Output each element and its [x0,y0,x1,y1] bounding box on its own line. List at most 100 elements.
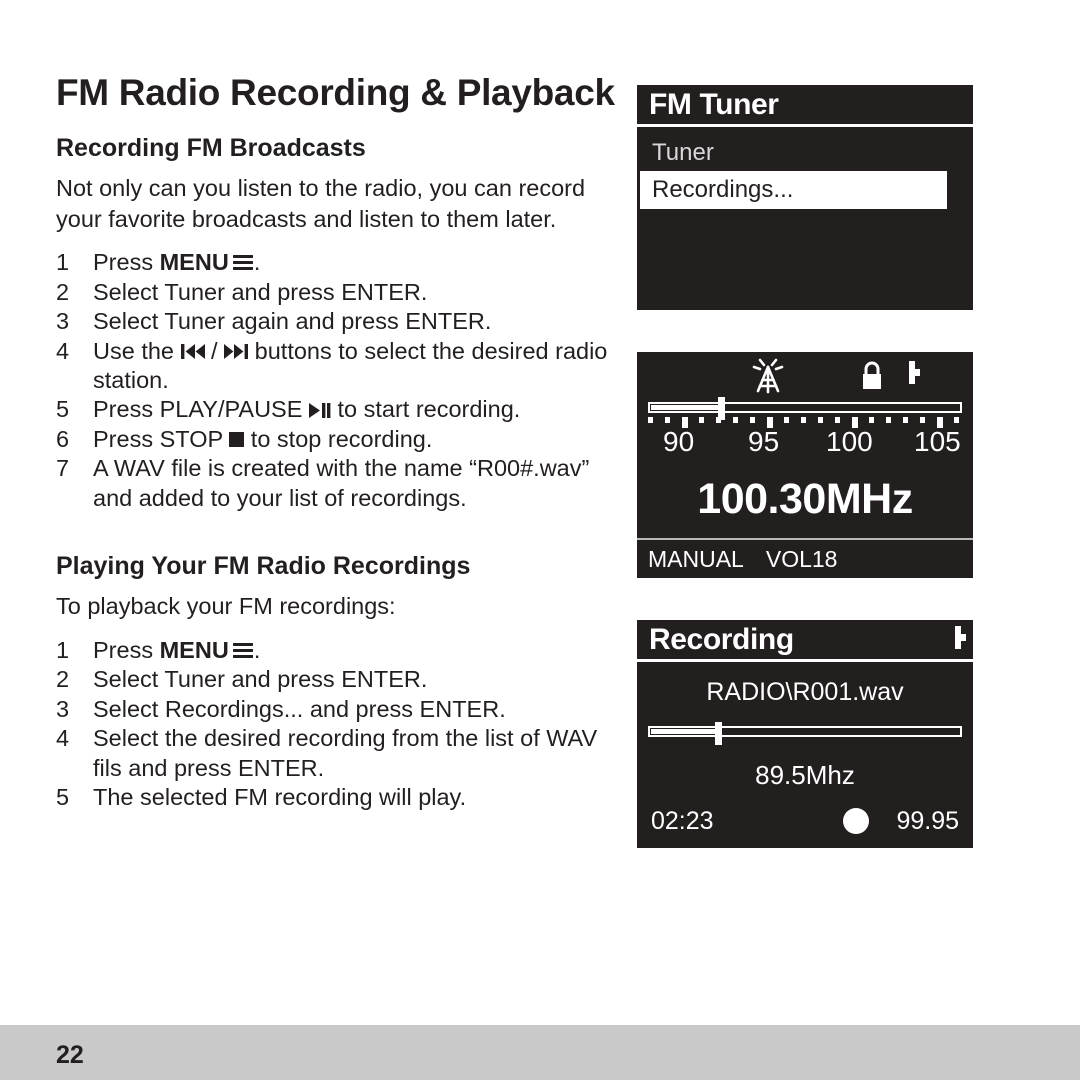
step-number: 4 [56,337,70,364]
section-recording-fm-broadcasts: Recording FM Broadcasts Not only can you… [56,133,622,513]
step-text: Press MENU. [93,248,622,277]
steps-list-playback: 1 Press MENU. 2 Select Tuner and press E… [56,636,622,813]
section-heading: Playing Your FM Radio Recordings [56,552,471,581]
section-intro-text: To playback your FM recordings: [56,593,396,620]
step-number: 1 [56,636,70,663]
next-track-icon [224,343,249,360]
menu-item-label: Tuner [652,139,714,166]
section-intro-text: Not only can you listen to the radio, yo… [56,175,586,232]
page-footer: 22 [0,1025,1080,1080]
step-number: 5 [56,784,70,811]
record-dot-icon [843,808,870,834]
section-heading: Recording FM Broadcasts [56,134,366,163]
step-text: Select Recordings... and press ENTER. [93,695,506,722]
list-item: 7 A WAV file is created with the name “R… [56,454,622,513]
play-pause-icon [308,402,331,419]
battery-icon [955,626,961,649]
steps-list-recording: 1 Press MENU. 2 Select Tuner and press E… [56,248,622,513]
page-title: FM Radio Recording & Playback [56,72,615,113]
step-text: Press MENU. [93,636,622,665]
recording-elapsed-time: 02:23 [651,806,714,835]
content-column: FM Radio Recording & Playback Recording … [56,72,622,813]
antenna-icon [749,358,787,399]
recording-status-bar: 02:23 99.95 [637,804,973,838]
lock-icon [859,361,885,396]
step-number: 1 [56,249,70,276]
step-keyword: MENU [159,249,229,276]
step-number: 4 [56,725,70,752]
step-text-pre: Press [93,636,160,663]
section-playing-fm-recordings: Playing Your FM Radio Recordings To play… [56,551,622,812]
step-text: Select the desired recording from the li… [93,725,598,781]
step-text-post: . [253,636,261,663]
step-number: 2 [56,278,70,305]
menu-item-label: Recordings... [652,176,794,203]
menu-item-recordings[interactable]: Recordings... [640,171,947,209]
step-text-post: . [253,249,261,276]
step-text: The selected FM recording will play. [93,784,467,811]
frequency-slider-track[interactable] [648,397,962,420]
list-item: 5 Press PLAY/PAUSE to start recording. [56,395,622,424]
recording-file-name: RADIO\R001.wav [706,678,904,706]
battery-icon [909,361,915,384]
step-text-post: to stop recording. [244,425,433,452]
tuner-status-bar: MANUAL VOL18 [637,538,973,578]
step-text: Select Tuner and press ENTER. [93,278,428,305]
step-number: 5 [56,396,70,423]
volume-label: VOL18 [765,545,838,572]
step-number: 3 [56,308,70,335]
step-text: Press STOP to stop recording. [93,425,622,454]
step-text-post: to start recording. [330,396,521,423]
recording-progress-fill [651,729,716,734]
manual-page: FM Radio Recording & Playback Recording … [0,0,1080,1080]
previous-track-icon [180,343,205,360]
list-item: 6 Press STOP to stop recording. [56,425,622,454]
step-text: Press PLAY/PAUSE to start recording. [93,395,622,424]
step-text-pre: Press STOP [93,425,230,452]
step-text: Select Tuner and press ENTER. [93,666,428,693]
recording-frequency: 89.5Mhz [755,760,855,790]
step-text-pre: Press [93,249,160,276]
recording-counter: 99.95 [896,806,959,835]
menu-icon [232,255,253,271]
scale-label: 105 [914,426,961,457]
menu-icon [232,643,253,659]
step-text: Select Tuner again and press ENTER. [93,308,492,335]
step-separator: / [204,337,225,364]
recording-progress-track[interactable] [648,722,962,745]
list-item: 5 The selected FM recording will play. [56,783,622,812]
frequency-scale-labels: 90 95 100 105 [648,428,962,458]
list-item: 3 Select Tuner again and press ENTER. [56,307,622,336]
page-number: 22 [56,1041,84,1069]
step-number: 3 [56,695,70,722]
step-keyword: MENU [159,636,229,663]
current-frequency: 100.30MHz [697,475,913,523]
tuner-mode-label: MANUAL [648,545,744,572]
list-item: 3 Select Recordings... and press ENTER. [56,695,622,724]
status-icon-row [637,352,973,398]
step-text: A WAV file is created with the name “R00… [93,455,590,511]
screen-title-bar: Recording [637,620,973,662]
scale-label: 95 [748,426,780,457]
step-number: 6 [56,425,70,452]
device-screen-fm-tuner-menu: FM Tuner Tuner Recordings... [637,85,973,310]
stop-icon [229,432,245,448]
device-screen-tuner-display: 90 95 100 105 100.30MHz MANUAL VOL18 [637,352,973,578]
list-item: 4 Use the / buttons to select the desire… [56,337,622,396]
step-number: 2 [56,666,70,693]
list-item: 1 Press MENU. [56,248,622,277]
step-text-pre: Use the [93,337,181,364]
scale-label: 90 [663,426,695,457]
recording-progress [648,722,962,745]
tuner-menu-list: Tuner Recordings... [637,127,973,209]
recording-progress-handle[interactable] [715,722,722,745]
frequency-scale: 90 95 100 105 [648,397,962,476]
list-item: 2 Select Tuner and press ENTER. [56,665,622,694]
step-text-pre: Press PLAY/PAUSE [93,396,309,423]
screen-title: FM Tuner [649,87,779,121]
menu-item-tuner[interactable]: Tuner [637,135,973,171]
step-text: Use the / buttons to select the desired … [93,337,622,396]
screen-title: Recording [649,622,794,656]
list-item: 4 Select the desired recording from the … [56,724,622,783]
list-item: 2 Select Tuner and press ENTER. [56,278,622,307]
